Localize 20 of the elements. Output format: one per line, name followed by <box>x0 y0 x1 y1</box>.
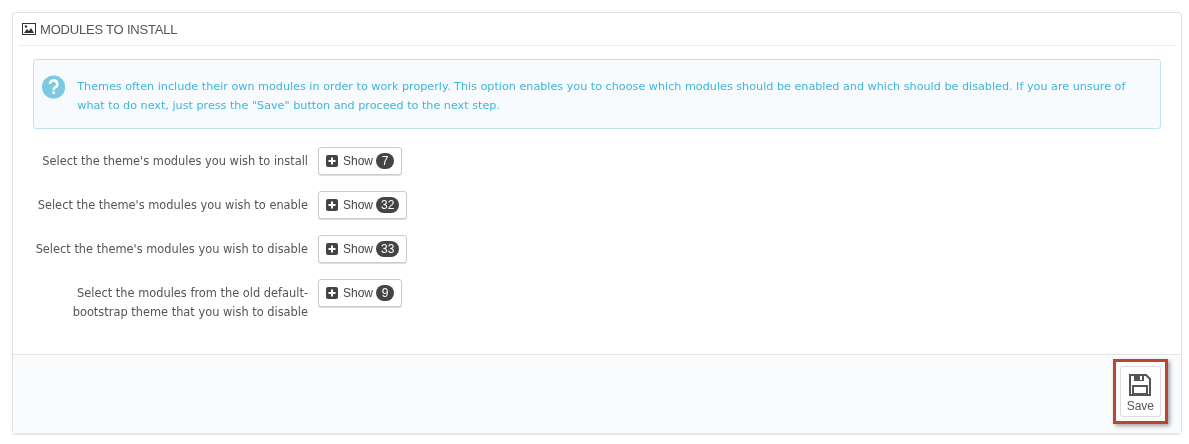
show-button[interactable]: Show 7 <box>318 147 403 175</box>
panel-title: MODULES TO INSTALL <box>40 21 178 37</box>
plus-icon <box>326 243 338 255</box>
plus-icon <box>326 155 338 167</box>
field-label: Select the modules from the old default-bootstrap theme that you wish to disable <box>71 285 308 321</box>
field-label: Select the theme's modules you wish to enable <box>36 197 308 214</box>
count-badge: 9 <box>376 285 395 301</box>
field-label: Select the theme's modules you wish to install <box>41 153 308 170</box>
show-button[interactable]: Show 9 <box>318 279 403 307</box>
plus-icon <box>326 287 338 299</box>
count-badge: 33 <box>376 241 400 257</box>
count-badge: 32 <box>376 197 400 213</box>
count-badge: 7 <box>376 153 395 169</box>
info-text: Themes often include their own modules in order to work properly. This option enables you to choose which modules should be enabled and which should be disabled. If you are unsure of what to do next, just press the "Save" button and proceed to the next step. <box>77 79 1127 114</box>
save-button[interactable]: Save <box>1119 366 1161 417</box>
show-button[interactable]: Show 33 <box>318 235 408 263</box>
plus-icon <box>326 199 338 211</box>
image-icon <box>22 23 36 35</box>
field-label: Select the theme's modules you wish to disable <box>34 241 308 258</box>
show-button[interactable]: Show 32 <box>318 191 408 219</box>
